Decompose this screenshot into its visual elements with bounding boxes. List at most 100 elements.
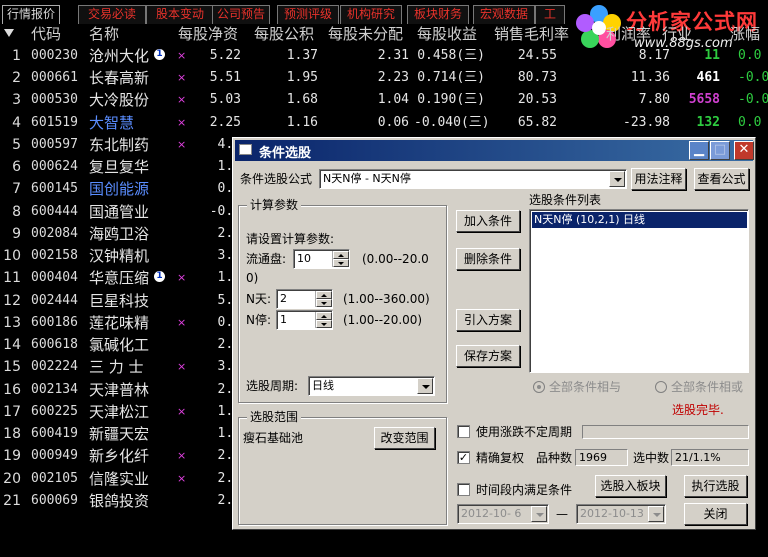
stock-name: 国通管业 [89, 202, 150, 221]
tab-7[interactable]: 板块财务 [407, 5, 469, 24]
formula-select[interactable]: N天N停 - N天N停 [319, 169, 627, 189]
close-window-button[interactable]: ✕ [734, 141, 754, 160]
rating-mark: × [177, 315, 187, 329]
import-scheme-button[interactable]: 引入方案 [456, 309, 520, 331]
eps: 0.714(三) [417, 70, 485, 86]
delete-condition-button[interactable]: 删除条件 [456, 248, 520, 270]
run-filter-button[interactable]: 执行选股 [684, 475, 747, 497]
table-row[interactable]: 4 601519 大智慧 × 2.25 1.16 0.06 -0.040(三) 65.82 -23… [0, 112, 768, 134]
stock-code: 600444 [31, 203, 78, 219]
dialog-titlebar[interactable]: 条件选股 ▁ □ ✕ [235, 140, 754, 161]
formula-select-value: N天N停 - N天N停 [323, 172, 411, 185]
params-prompt: 请设置计算参数: [246, 232, 335, 246]
row-index: 5 [12, 136, 21, 153]
industry-value: 5658 [688, 92, 720, 108]
tab-8[interactable]: 宏观数据 [473, 5, 535, 24]
col-header-undistributed[interactable]: 每股未分配 [328, 24, 403, 44]
eps: 0.458(三) [417, 48, 485, 63]
stock-code: 000624 [31, 159, 78, 175]
nav-per-share: 5.03 [209, 92, 241, 108]
time-range-checkbox[interactable] [457, 483, 470, 496]
stock-name: 复旦复华 [89, 158, 150, 177]
tab-5[interactable]: 预测评级 [277, 5, 339, 24]
row-index: 14 [3, 337, 21, 354]
close-dialog-button[interactable]: 关闭 [684, 503, 747, 525]
table-row[interactable]: 3 000530 大冷股份 × 5.03 1.68 1.04 0.190(三) 20.53 7.8… [0, 89, 768, 111]
tab-4[interactable]: 公司预告 [212, 5, 270, 24]
row-index: 20 [3, 470, 21, 487]
view-formula-button[interactable]: 查看公式 [694, 168, 749, 190]
gross-margin: 24.55 [517, 48, 557, 63]
col-header-change[interactable]: 涨幅 [730, 24, 760, 44]
scope-value: 瘦石基础池 [243, 431, 304, 445]
col-header-eps[interactable]: 每股收益 [417, 24, 477, 44]
minimize-button[interactable]: ▁ [689, 141, 709, 160]
rating-mark: × [177, 271, 187, 285]
col-header-code[interactable]: 代码 [31, 24, 61, 44]
add-to-board-button[interactable]: 选股入板块 [595, 475, 666, 497]
stock-code: 002105 [31, 470, 78, 486]
industry-value: 461 [696, 70, 720, 86]
stock-code: 600069 [31, 492, 78, 508]
chevron-down-icon[interactable] [609, 171, 625, 187]
stock-name: 氯碱化工 [89, 336, 150, 355]
change-scope-button[interactable]: 改变范围 [374, 427, 435, 449]
condition-list[interactable]: N天N停 (10,2,1) 日线 [529, 209, 749, 373]
add-condition-button[interactable]: 加入条件 [456, 210, 520, 232]
unfixed-period-checkbox[interactable] [457, 425, 470, 438]
industry-value: 132 [696, 114, 720, 130]
col-header-gross-margin[interactable]: 销售毛利率 [494, 24, 569, 44]
col-header-nav[interactable]: 每股净资 [178, 24, 238, 44]
rating-mark: × [177, 115, 187, 129]
condition-list-item[interactable]: N天N停 (10,2,1) 日线 [532, 212, 747, 228]
save-scheme-button[interactable]: 保存方案 [456, 345, 520, 367]
col-header-reserve[interactable]: 每股公积 [254, 24, 314, 44]
col-header-name[interactable]: 名称 [89, 24, 119, 44]
param-n-days-spinner[interactable] [315, 291, 332, 307]
usage-notes-button[interactable]: 用法注释 [631, 168, 686, 190]
radio-and [533, 381, 545, 393]
row-index: 19 [3, 448, 21, 465]
condition-list-label: 选股条件列表 [529, 193, 602, 207]
col-header-profit-rate[interactable]: 利润率 [606, 24, 651, 44]
param-float-input[interactable]: 10 [293, 249, 350, 269]
col-header-industry[interactable]: 行业 [662, 24, 692, 44]
exact-adjust-label: 精确复权 [476, 451, 525, 465]
date-from-value: 2012-10- 6 [461, 507, 522, 520]
change-value: -0.0 [738, 70, 768, 86]
params-group-title: 计算参数 [247, 198, 302, 212]
param-range-n-limit: (1.00--20.00) [343, 313, 423, 327]
param-n-limit-input[interactable]: 1 [276, 310, 333, 330]
tab-3[interactable]: 股本变动 [146, 5, 214, 24]
param-label-n-limit: N停: [246, 313, 272, 327]
param-n-limit-spinner[interactable] [315, 312, 332, 328]
table-row[interactable]: 2 000661 长春高新 × 5.51 1.95 2.23 0.714(三) 80.73 11.… [0, 67, 768, 89]
tab-1[interactable]: 行情报价 [2, 5, 60, 24]
change-value: 0.0 [738, 48, 762, 63]
rating-mark: × [177, 404, 187, 418]
row-index: 3 [12, 92, 21, 109]
chevron-down-icon[interactable] [417, 378, 433, 394]
count-value: 1969 [575, 449, 628, 466]
info-badge-icon[interactable]: 1 [154, 49, 165, 60]
change-value: 0.0 [738, 114, 762, 130]
tab-6[interactable]: 机构研究 [340, 5, 402, 24]
param-float-spinner[interactable] [332, 251, 349, 267]
tab-9[interactable]: 工 [535, 5, 565, 24]
rating-mark: × [177, 49, 187, 62]
rating-mark: × [177, 471, 187, 485]
period-select-value: 日线 [312, 379, 334, 392]
period-select[interactable]: 日线 [308, 376, 435, 396]
gross-margin: 20.53 [517, 92, 557, 108]
stock-code: 000949 [31, 448, 78, 464]
param-n-days-input[interactable]: 2 [276, 289, 333, 309]
table-row[interactable]: 1 000230 沧州大化 × 5.22 1.37 2.31 0.458(三) 24.55 8.1… [0, 45, 768, 67]
window-icon [239, 144, 252, 155]
exact-adjust-checkbox[interactable]: ✓ [457, 451, 470, 464]
tab-2[interactable]: 交易必读 [78, 5, 146, 24]
sort-down-icon[interactable] [4, 29, 14, 37]
info-badge-icon[interactable]: 1 [154, 271, 165, 283]
param-label-float: 流通盘: [246, 252, 287, 266]
row-index: 7 [12, 181, 21, 198]
profit-rate: -23.98 [623, 114, 670, 130]
